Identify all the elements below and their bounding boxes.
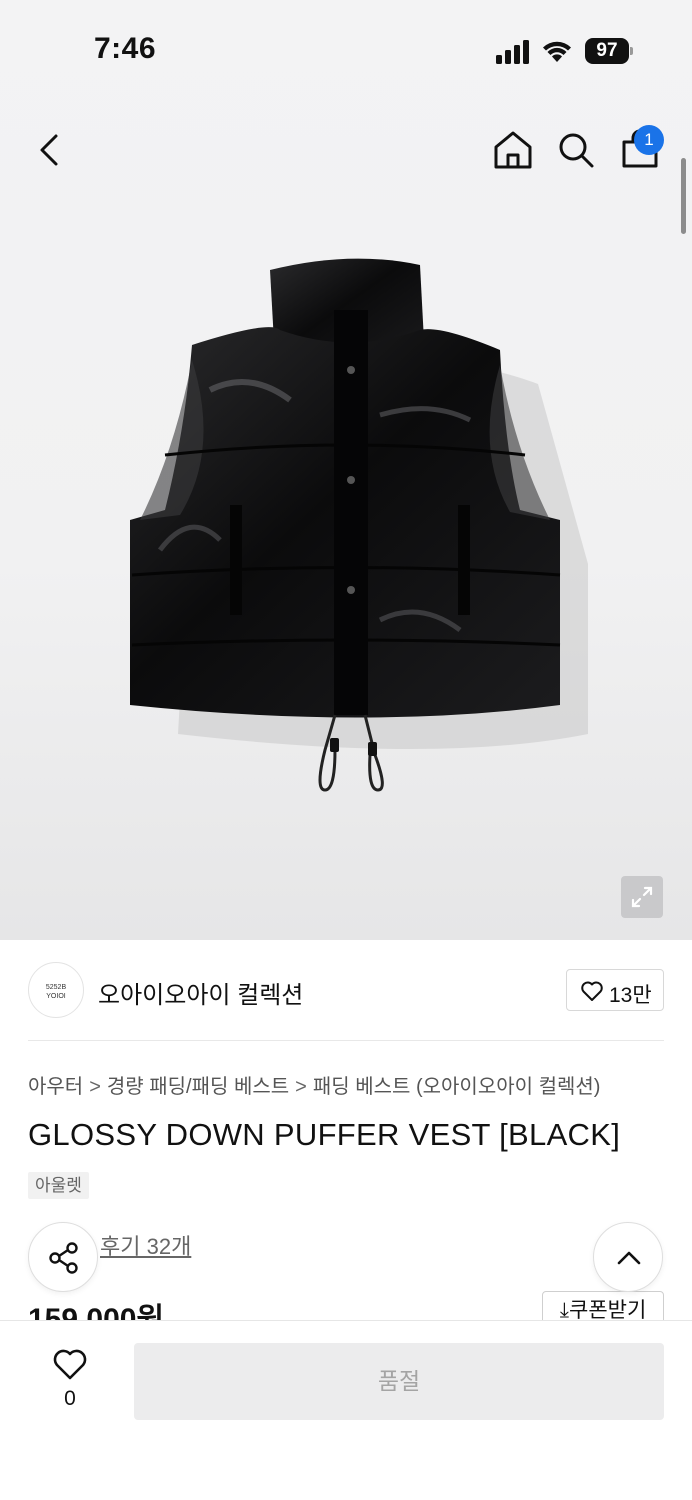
wifi-icon [543,41,571,62]
status-bar: 7:46 97 [0,0,692,100]
back-icon[interactable] [30,128,70,172]
brand-logo-text-top: 5252B [45,984,67,991]
wishlist-count: 0 [64,1387,76,1410]
brand-like-button[interactable]: 13만 [566,969,664,1011]
breadcrumb-item[interactable]: 패딩 베스트 (오아이오아이 컬렉션) [313,1070,601,1099]
scroll-to-top-button[interactable] [593,1222,663,1292]
home-icon[interactable] [491,128,535,172]
product-price: 159,000원 [28,1303,165,1320]
chevron-up-icon [617,1251,641,1265]
bottom-action-bar: 0 품절 [0,1320,692,1500]
breadcrumb-item[interactable]: 아우터 [28,1070,83,1099]
battery-icon: 97 [585,38,633,64]
price-row: 159,000원 ⤓쿠폰받기 [0,1288,692,1320]
expand-image-button[interactable] [621,876,663,918]
sold-out-button[interactable]: 품절 [134,1343,664,1420]
brand-logo[interactable]: 5252B YOIOI [28,962,84,1018]
status-time: 7:46 [94,32,157,65]
breadcrumb: 아우터 > 경량 패딩/패딩 베스트 > 패딩 베스트 (오아이오아이 컬렉션) [28,1070,600,1099]
divider [28,1040,664,1041]
share-button[interactable] [28,1222,98,1292]
cellular-signal-icon [496,40,529,64]
wishlist-button[interactable]: 0 [40,1347,100,1417]
product-image-area[interactable]: 7:46 97 1 [0,0,692,940]
brand-like-count: 13만 [609,984,652,1007]
coupon-button-label: 쿠폰받기 [569,1299,647,1320]
heart-icon [581,981,603,1001]
coupon-button[interactable]: ⤓쿠폰받기 [542,1291,664,1320]
brand-logo-text-bottom: YOIOI [46,993,66,1000]
breadcrumb-separator: > [295,1076,307,1098]
scrollbar[interactable] [681,158,686,234]
reviews-link[interactable]: 후기 32개 [100,1229,191,1261]
download-icon: ⤓ [559,1299,569,1320]
breadcrumb-item[interactable]: 경량 패딩/패딩 베스트 [107,1070,289,1099]
cart-count-badge: 1 [634,125,664,155]
heart-icon [53,1349,87,1380]
outlet-tag: 아울렛 [28,1172,89,1199]
brand-name[interactable]: 오아이오아이 컬렉션 [98,975,303,1010]
expand-icon [631,886,653,908]
product-title: GLOSSY DOWN PUFFER VEST [BLACK] [28,1117,621,1152]
breadcrumb-separator: > [89,1076,101,1098]
battery-level: 97 [585,38,629,64]
search-icon[interactable] [554,128,598,172]
product-photo-vest[interactable] [120,250,590,810]
share-icon [49,1242,78,1274]
